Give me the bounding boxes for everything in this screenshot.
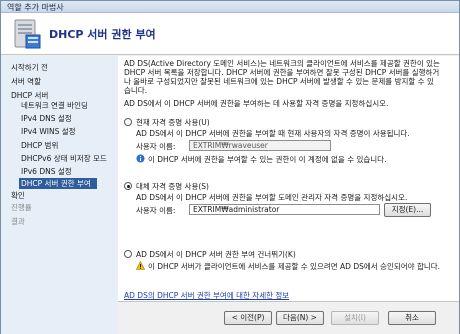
alternate-credentials-label[interactable]: 대체 자격 증명 사용(S) [136, 181, 209, 192]
intro-line: DHCP 서버 목록을 저장합니다. DHCP 서버에 권한을 부여하면 잘못 … [124, 68, 440, 77]
alternate-username-label: 사용자 이름: [136, 206, 176, 215]
nav-item-ipv4-dns[interactable]: IPv4 DNS 설정 [21, 113, 72, 124]
current-credentials-label[interactable]: 현재 자격 증명 사용(U) [136, 117, 210, 128]
current-credentials-info: 이 DHCP 서버에 권한을 부여할 수 있는 권한이 이 계정에 없을 수 있… [148, 155, 387, 164]
nav-item-before-you-begin[interactable]: 시작하기 전 [11, 62, 48, 73]
server-roles-icon [14, 19, 41, 49]
info-icon [136, 154, 145, 163]
alternate-credentials-desc: AD DS에서 이 DHCP 서버에 권한을 부여할 도메인 관리자 자격 증명… [136, 193, 408, 202]
nav-item-dhcpv6-stateless[interactable]: DHCPv6 상태 비저장 모드 [21, 153, 107, 164]
nav-item-results: 결과 [11, 217, 25, 226]
specify-credentials-button[interactable]: 지정(E)... [384, 203, 431, 217]
nav-item-network-binding[interactable]: 네트워크 연결 바인딩 [21, 100, 88, 111]
current-credentials-radio[interactable] [124, 118, 132, 126]
install-button: 설치(I) [331, 311, 379, 325]
skip-authorization-warning: 이 DHCP 서버가 클라이언트에 서비스를 제공할 수 있으려면 AD DS에… [148, 262, 441, 271]
next-button[interactable]: 다음(N) > [276, 311, 324, 325]
nav-item-ipv6-dns[interactable]: IPv6 DNS 설정 [21, 166, 72, 177]
title-bar: 역할 추가 마법사 [1, 1, 459, 13]
nav-item-dhcp-scopes[interactable]: DHCP 범위 [21, 140, 58, 151]
alternate-credentials-radio[interactable] [124, 182, 132, 190]
nav-item-ipv4-wins[interactable]: IPv4 WINS 설정 [21, 126, 76, 137]
page-title: DHCP 서버 권한 부여 [49, 28, 156, 41]
current-credentials-desc: AD DS에서 이 DHCP 서버에 권한을 부여할 때 현재 사용자의 자격 … [136, 129, 410, 138]
nav-item-dhcp-authorization[interactable]: DHCP 서버 권한 부여 [19, 178, 97, 189]
intro-text: AD DS(Active Directory 도메인 서비스)는 네트워크의 클… [124, 59, 457, 95]
instruction-text: AD DS에서 이 DHCP 서버에 권한을 부여하는 데 사용할 자격 증명을… [124, 99, 389, 108]
skip-authorization-label[interactable]: AD DS에서 이 DHCP 서버 권한 부여 건너뛰기(K) [136, 249, 296, 260]
wizard-window: 역할 추가 마법사 DHCP 서버 권한 부여 시작하기 전 서버 역할 DHC… [0, 0, 460, 334]
nav-item-server-roles[interactable]: 서버 역할 [11, 76, 41, 87]
more-info-link[interactable]: AD DS의 DHCP 서버 권한 부여에 대한 자세한 정보 [124, 290, 289, 301]
nav-item-confirmation[interactable]: 확인 [11, 190, 25, 201]
current-username-field: EXTRIM₩rwaveuser [189, 140, 331, 151]
skip-authorization-radio[interactable] [124, 250, 132, 258]
wizard-nav: 시작하기 전 서버 역할 DHCP 서버 네트워크 연결 바인딩 IPv4 DN… [1, 56, 118, 334]
alternate-username-field[interactable]: EXTRIM₩administrator [189, 204, 380, 215]
current-username-label: 사용자 이름: [136, 142, 176, 151]
warning-icon [136, 261, 145, 270]
intro-line: AD DS(Active Directory 도메인 서비스)는 네트워크의 클… [124, 59, 440, 68]
previous-button[interactable]: < 이전(P) [224, 311, 272, 325]
intro-line: 습니다. [124, 86, 148, 95]
cancel-button[interactable]: 취소 [388, 311, 436, 325]
wizard-footer: < 이전(P) 다음(N) > 설치(I) 취소 [118, 301, 459, 334]
window-title: 역할 추가 마법사 [7, 3, 64, 12]
content-pane: AD DS(Active Directory 도메인 서비스)는 네트워크의 클… [118, 56, 459, 301]
intro-line: 나 올바로 구성되었지만 잘못된 네트워크에 있는 DHCP 서버에 발생할 수… [124, 77, 434, 86]
wizard-header: DHCP 서버 권한 부여 [1, 13, 459, 55]
nav-item-progress: 진행률 [11, 203, 32, 212]
